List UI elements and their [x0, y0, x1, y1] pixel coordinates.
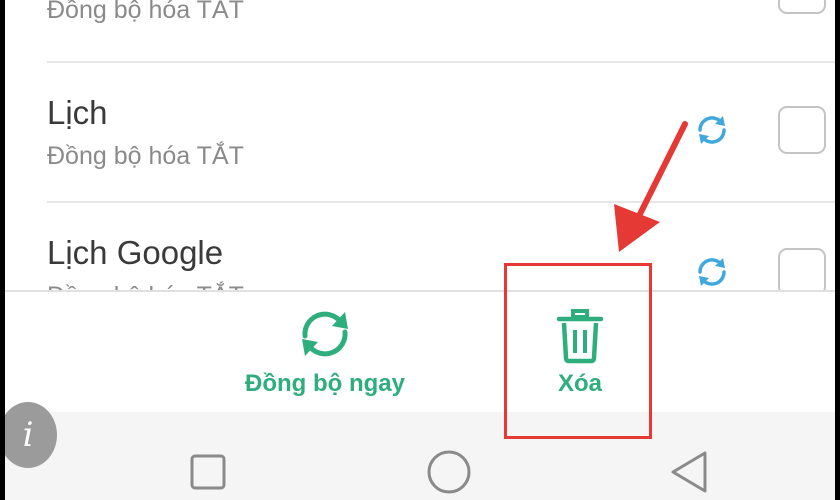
list-item[interactable]: Lịch Đồng bộ hóa TẮT — [5, 62, 835, 202]
circle-icon[interactable] — [426, 449, 472, 495]
list-item[interactable]: Lịch Google Đồng bộ hóa TẮT — [5, 202, 835, 292]
sync-now-label: Đồng bộ ngay — [245, 370, 405, 397]
account-sync-list: Đồng bộ hóa TẮT Lịch Đồng bộ hóa TẮT Lịc… — [5, 0, 835, 292]
sync-icon[interactable] — [692, 110, 732, 150]
annotation-highlight-box — [504, 263, 652, 439]
action-toolbar: Đồng bộ ngay Xóa — [5, 290, 835, 412]
list-item[interactable]: Đồng bộ hóa TẮT — [5, 0, 835, 62]
sync-checkbox[interactable] — [778, 0, 826, 14]
system-nav-bar — [5, 412, 835, 500]
sync-icon — [302, 311, 348, 357]
account-title: Lịch — [47, 94, 108, 131]
sync-now-button[interactable]: Đồng bộ ngay — [220, 292, 430, 414]
square-icon[interactable] — [190, 454, 226, 490]
sync-status: Đồng bộ hóa TẮT — [47, 0, 244, 24]
sync-status: Đồng bộ hóa TẮT — [47, 142, 244, 170]
sync-checkbox[interactable] — [778, 248, 826, 292]
account-title: Lịch Google — [47, 234, 224, 271]
phone-screen: Đồng bộ hóa TẮT Lịch Đồng bộ hóa TẮT Lịc… — [5, 0, 835, 500]
sync-icon[interactable] — [692, 252, 732, 292]
sync-checkbox[interactable] — [778, 106, 826, 154]
triangle-back-icon[interactable] — [669, 450, 709, 494]
